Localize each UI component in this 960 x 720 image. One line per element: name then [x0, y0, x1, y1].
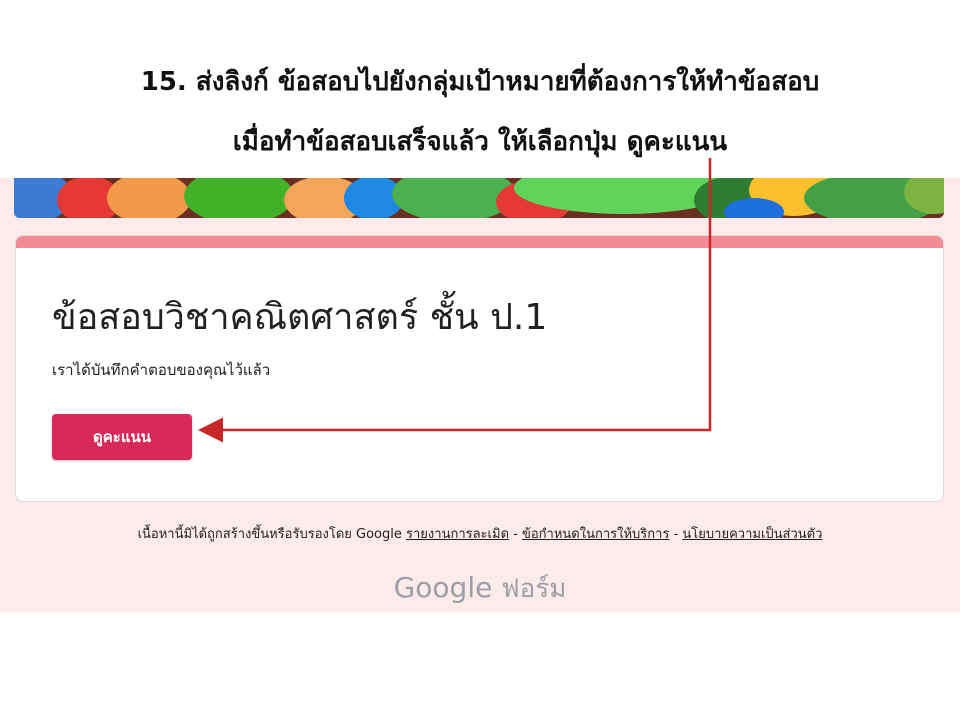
callout-arrow [198, 158, 712, 443]
